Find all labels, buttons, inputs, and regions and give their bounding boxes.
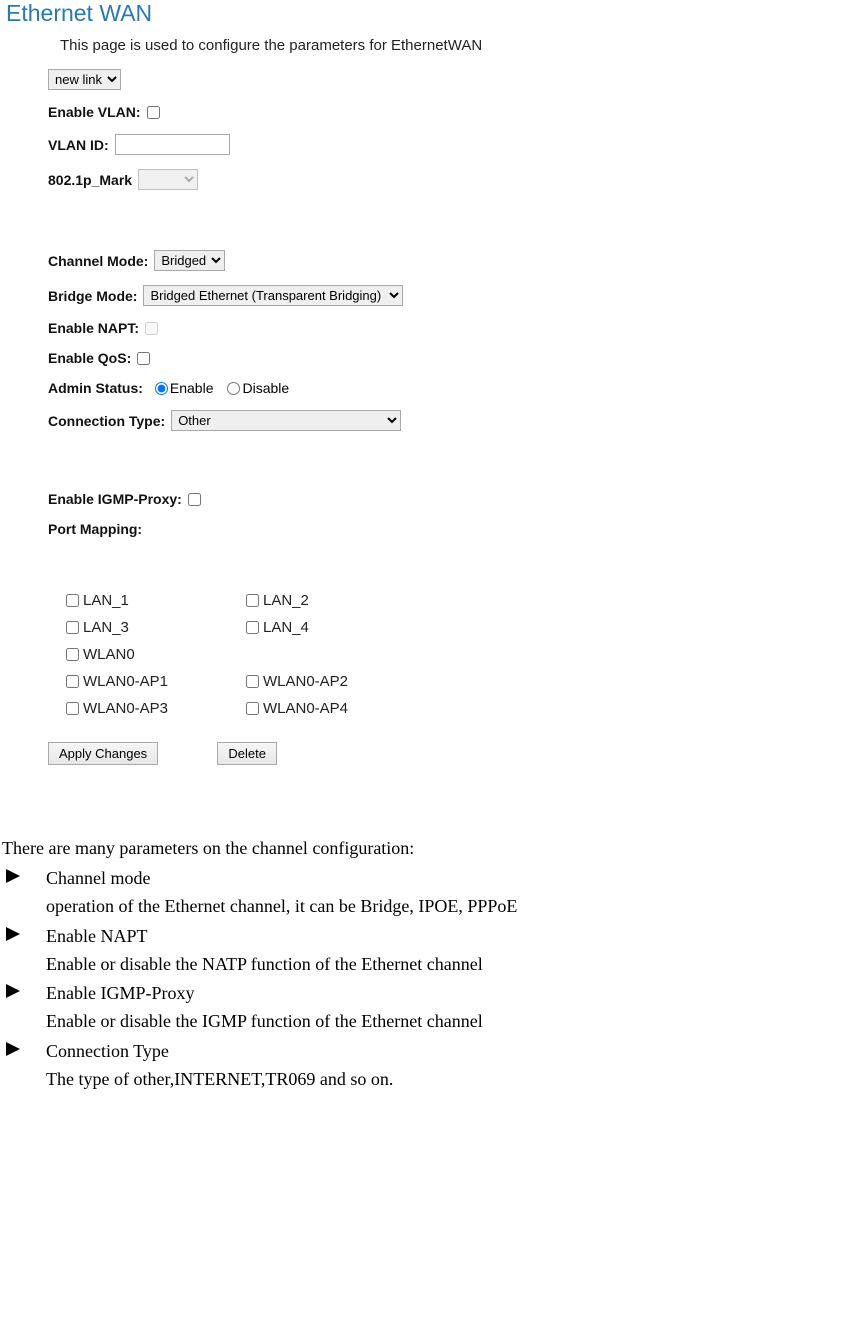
doc-item: Connection Type The type of other,INTERN…	[2, 1038, 865, 1094]
port-mapping-row: WLAN0-AP1 WLAN0-AP2	[66, 673, 865, 690]
connection-type-select[interactable]: Other	[171, 410, 401, 431]
documentation-block: There are many parameters on the channel…	[2, 835, 865, 1094]
admin-disable-label: Disable	[242, 380, 289, 396]
port-mapping-cell: LAN_4	[246, 619, 426, 636]
enable-vlan-label: Enable VLAN:	[48, 104, 141, 120]
port-mapping-row: LAN_1 LAN_2	[66, 592, 865, 609]
port-mapping-cell: LAN_3	[66, 619, 246, 636]
bullet-icon	[2, 923, 46, 979]
lan1-label: LAN_1	[83, 592, 129, 609]
port-mapping-cell: WLAN0-AP4	[246, 700, 426, 717]
channel-mode-select[interactable]: Bridged	[154, 250, 225, 271]
doc-item: Enable NAPT Enable or disable the NATP f…	[2, 923, 865, 979]
admin-disable-radio[interactable]	[227, 382, 240, 395]
doc-item-title: Channel mode	[46, 865, 865, 893]
port-mapping-cell: LAN_2	[246, 592, 426, 609]
doc-item-desc: Enable or disable the IGMP function of t…	[46, 1008, 865, 1036]
bullet-icon	[2, 980, 46, 1036]
wlan0-ap1-checkbox[interactable]	[66, 675, 79, 688]
doc-item: Enable IGMP-Proxy Enable or disable the …	[2, 980, 865, 1036]
enable-napt-checkbox[interactable]	[145, 322, 158, 335]
port-mapping-cell: WLAN0-AP1	[66, 673, 246, 690]
page-title: Ethernet WAN	[0, 0, 865, 32]
vlan-id-row: VLAN ID:	[48, 134, 865, 155]
igmp-checkbox[interactable]	[188, 493, 201, 506]
wlan0-ap4-label: WLAN0-AP4	[263, 700, 348, 717]
bullet-icon	[2, 1038, 46, 1094]
bridge-mode-row: Bridge Mode: Bridged Ethernet (Transpare…	[48, 285, 865, 306]
connection-type-row: Connection Type: Other	[48, 410, 865, 431]
port-mapping-cell: LAN_1	[66, 592, 246, 609]
port-mapping-row: LAN_3 LAN_4	[66, 619, 865, 636]
enable-qos-label: Enable QoS:	[48, 350, 131, 366]
mark-label: 802.1p_Mark	[48, 172, 132, 188]
apply-button[interactable]: Apply Changes	[48, 742, 158, 765]
channel-mode-label: Channel Mode:	[48, 253, 148, 269]
doc-item-desc: operation of the Ethernet channel, it ca…	[46, 893, 865, 921]
mark-select[interactable]	[138, 169, 198, 190]
config-form: new link Enable VLAN: VLAN ID: 802.1p_Ma…	[48, 69, 865, 765]
wlan0-ap2-checkbox[interactable]	[246, 675, 259, 688]
channel-mode-row: Channel Mode: Bridged	[48, 250, 865, 271]
doc-intro: There are many parameters on the channel…	[2, 835, 865, 863]
enable-qos-row: Enable QoS:	[48, 350, 865, 366]
lan1-checkbox[interactable]	[66, 594, 79, 607]
enable-vlan-checkbox[interactable]	[147, 106, 160, 119]
enable-napt-label: Enable NAPT:	[48, 320, 139, 336]
wlan0-label: WLAN0	[83, 646, 135, 663]
delete-button[interactable]: Delete	[217, 742, 277, 765]
admin-status-row: Admin Status: Enable Disable	[48, 380, 865, 396]
wlan0-ap3-label: WLAN0-AP3	[83, 700, 168, 717]
vlan-id-label: VLAN ID:	[48, 137, 109, 153]
vlan-id-input[interactable]	[115, 134, 230, 155]
page-description: This page is used to configure the param…	[60, 37, 865, 54]
lan2-checkbox[interactable]	[246, 594, 259, 607]
wlan0-ap2-label: WLAN0-AP2	[263, 673, 348, 690]
lan2-label: LAN_2	[263, 592, 309, 609]
wlan0-ap1-label: WLAN0-AP1	[83, 673, 168, 690]
bridge-mode-label: Bridge Mode:	[48, 288, 137, 304]
doc-item-desc: Enable or disable the NATP function of t…	[46, 951, 865, 979]
admin-enable-label: Enable	[170, 380, 214, 396]
doc-item-title: Enable NAPT	[46, 923, 865, 951]
port-mapping-cell: WLAN0-AP2	[246, 673, 426, 690]
lan4-checkbox[interactable]	[246, 621, 259, 634]
doc-item-title: Connection Type	[46, 1038, 865, 1066]
wlan0-ap4-checkbox[interactable]	[246, 702, 259, 715]
lan4-label: LAN_4	[263, 619, 309, 636]
port-mapping-header-row: Port Mapping:	[48, 521, 865, 537]
lan3-checkbox[interactable]	[66, 621, 79, 634]
igmp-label: Enable IGMP-Proxy:	[48, 491, 182, 507]
igmp-row: Enable IGMP-Proxy:	[48, 491, 865, 507]
bridge-mode-select[interactable]: Bridged Ethernet (Transparent Bridging)	[143, 285, 403, 306]
doc-item-desc: The type of other,INTERNET,TR069 and so …	[46, 1066, 865, 1094]
lan3-label: LAN_3	[83, 619, 129, 636]
wlan0-checkbox[interactable]	[66, 648, 79, 661]
doc-item-title: Enable IGMP-Proxy	[46, 980, 865, 1008]
button-row: Apply Changes Delete	[48, 742, 865, 765]
link-select-row: new link	[48, 69, 865, 90]
connection-type-label: Connection Type:	[48, 413, 165, 429]
port-mapping-grid: LAN_1 LAN_2 LAN_3 LAN_4 WLAN0 WLAN0-AP1	[66, 592, 865, 717]
enable-qos-checkbox[interactable]	[137, 352, 150, 365]
bullet-icon	[2, 865, 46, 921]
port-mapping-row: WLAN0	[66, 646, 865, 663]
link-select[interactable]: new link	[48, 69, 121, 90]
port-mapping-cell: WLAN0	[66, 646, 246, 663]
admin-status-label: Admin Status:	[48, 380, 143, 396]
port-mapping-label: Port Mapping:	[48, 521, 142, 537]
port-mapping-row: WLAN0-AP3 WLAN0-AP4	[66, 700, 865, 717]
doc-item: Channel mode operation of the Ethernet c…	[2, 865, 865, 921]
mark-row: 802.1p_Mark	[48, 169, 865, 190]
port-mapping-cell: WLAN0-AP3	[66, 700, 246, 717]
admin-enable-radio[interactable]	[155, 382, 168, 395]
wlan0-ap3-checkbox[interactable]	[66, 702, 79, 715]
enable-vlan-row: Enable VLAN:	[48, 104, 865, 120]
enable-napt-row: Enable NAPT:	[48, 320, 865, 336]
